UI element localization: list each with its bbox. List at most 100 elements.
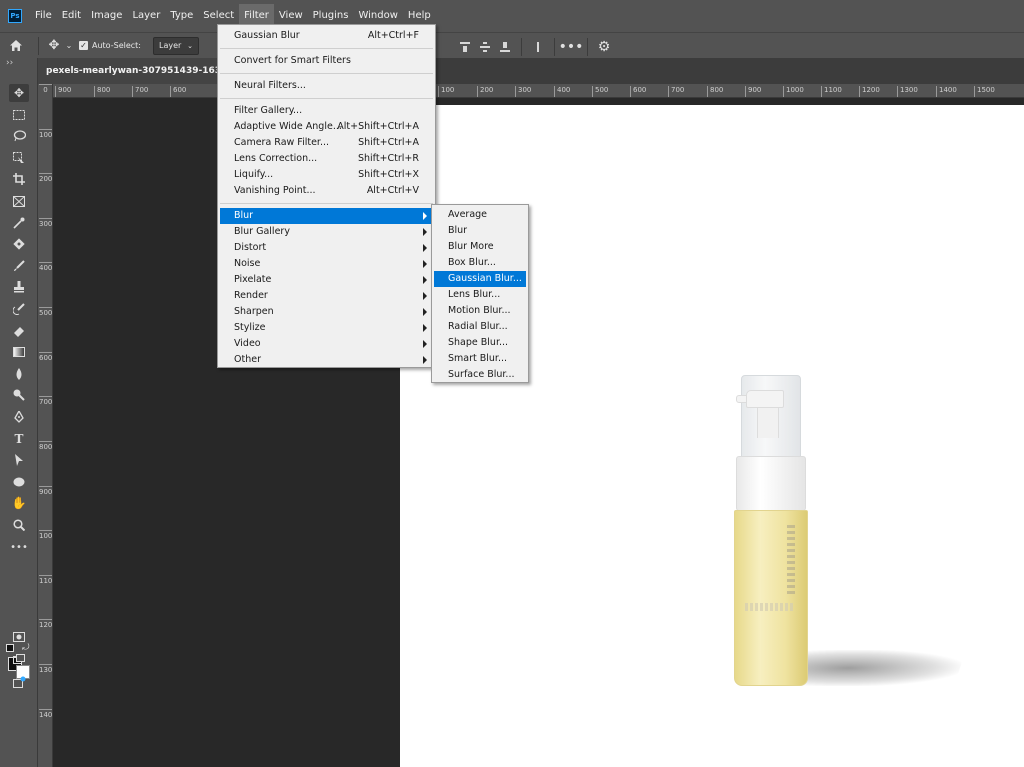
menu-item-label: Blur Gallery <box>234 226 290 237</box>
separator <box>554 38 555 56</box>
lasso-tool-icon[interactable] <box>9 127 29 145</box>
menu-item-vanishing-point[interactable]: Vanishing Point... Alt+Ctrl+V <box>220 183 433 199</box>
menu-item-pixelate[interactable]: Pixelate <box>220 272 433 288</box>
history-brush-tool-icon[interactable] <box>9 300 29 318</box>
object-selection-tool-icon[interactable] <box>9 149 29 167</box>
pen-tool-icon[interactable] <box>9 408 29 426</box>
gear-icon[interactable]: ⚙ <box>594 37 614 57</box>
menu-item-blur-gallery[interactable]: Blur Gallery <box>220 224 433 240</box>
menu-item-liquify[interactable]: Liquify... Shift+Ctrl+X <box>220 167 433 183</box>
menu-item-box-blur[interactable]: Box Blur... <box>434 255 526 271</box>
separator <box>38 36 39 55</box>
ellipse-tool-icon[interactable] <box>9 473 29 491</box>
shortcut-label: Alt+Shift+Ctrl+A <box>337 121 419 132</box>
bottle-label <box>745 603 795 611</box>
menu-item-adaptive-wide-angle[interactable]: Adaptive Wide Angle... Alt+Shift+Ctrl+A <box>220 119 433 135</box>
ruler-tick: 200 <box>39 173 53 183</box>
ruler-tick: 1100 <box>39 575 53 585</box>
menu-item-lens-correction[interactable]: Lens Correction... Shift+Ctrl+R <box>220 151 433 167</box>
generative-fill-icon[interactable] <box>9 673 29 691</box>
ruler-tick: 0 <box>39 84 52 94</box>
menu-item-sharpen[interactable]: Sharpen <box>220 304 433 320</box>
bottle-shadow <box>794 650 966 686</box>
ruler-tick: 900 <box>39 486 53 496</box>
menu-file[interactable]: File <box>30 4 57 28</box>
ruler-tick: 1000 <box>783 86 804 97</box>
menu-item-camera-raw-filter[interactable]: Camera Raw Filter... Shift+Ctrl+A <box>220 135 433 151</box>
menu-item-video[interactable]: Video <box>220 336 433 352</box>
menu-item-stylize[interactable]: Stylize <box>220 320 433 336</box>
marquee-tool-icon[interactable] <box>9 106 29 124</box>
eyedropper-tool-icon[interactable] <box>9 214 29 232</box>
ruler-tick: 800 <box>94 86 110 97</box>
menu-item-blur-more[interactable]: Blur More <box>434 239 526 255</box>
gradient-tool-icon[interactable] <box>9 343 29 361</box>
menu-item-shape-blur[interactable]: Shape Blur... <box>434 335 526 351</box>
menu-item-convert-smart-filters[interactable]: Convert for Smart Filters <box>220 53 433 69</box>
crop-tool-icon[interactable] <box>9 170 29 188</box>
serum-bottle-image <box>730 370 810 690</box>
ruler-tick: 600 <box>39 352 53 362</box>
ruler-tick: 700 <box>132 86 148 97</box>
move-tool-icon[interactable]: ✥ <box>9 84 29 102</box>
ruler-tick: 300 <box>515 86 531 97</box>
menu-item-gaussian-blur[interactable]: Gaussian Blur... <box>434 271 526 287</box>
menu-item-neural-filters[interactable]: Neural Filters... <box>220 78 433 94</box>
hand-tool-icon[interactable]: ✋ <box>9 494 29 512</box>
ruler-tick: 1400 <box>936 86 957 97</box>
photoshop-logo-icon[interactable]: Ps <box>8 9 22 23</box>
ruler-tick: 700 <box>668 86 684 97</box>
brush-tool-icon[interactable] <box>9 257 29 275</box>
quick-mask-icon[interactable] <box>9 628 29 646</box>
menu-edit[interactable]: Edit <box>57 4 86 28</box>
menu-item-render[interactable]: Render <box>220 288 433 304</box>
healing-brush-tool-icon[interactable] <box>9 235 29 253</box>
menu-item-surface-blur[interactable]: Surface Blur... <box>434 367 526 383</box>
menu-item-other[interactable]: Other <box>220 352 433 368</box>
menu-item-distort[interactable]: Distort <box>220 240 433 256</box>
menu-separator <box>220 98 433 99</box>
menu-item-motion-blur[interactable]: Motion Blur... <box>434 303 526 319</box>
menu-item-last-filter[interactable]: Gaussian Blur Alt+Ctrl+F <box>220 28 433 44</box>
document-tab[interactable]: pexels-mearlywan-307951439-1637844 <box>38 58 220 84</box>
clone-stamp-tool-icon[interactable] <box>9 278 29 296</box>
menu-item-noise[interactable]: Noise <box>220 256 433 272</box>
blur-tool-icon[interactable] <box>9 365 29 383</box>
align-bottom-icon[interactable] <box>500 41 510 53</box>
menu-item-blur[interactable]: Blur <box>220 208 433 224</box>
move-tool-icon[interactable]: ✥ <box>45 36 63 56</box>
menu-item-radial-blur[interactable]: Radial Blur... <box>434 319 526 335</box>
zoom-tool-icon[interactable] <box>9 516 29 534</box>
distribute-icon[interactable] <box>533 41 543 53</box>
frame-tool-icon[interactable] <box>9 192 29 210</box>
dodge-tool-icon[interactable] <box>9 386 29 404</box>
options-bar: ✥ ⌄ ✓ Auto-Select: Layer ⌄ ••• ⚙ <box>0 32 1024 58</box>
bottle-label <box>787 525 795 595</box>
auto-select-target-dropdown[interactable]: Layer ⌄ <box>152 36 199 55</box>
menu-layer[interactable]: Layer <box>127 4 165 28</box>
eraser-tool-icon[interactable] <box>9 322 29 340</box>
align-vertical-center-icon[interactable] <box>480 41 490 53</box>
edit-toolbar-icon[interactable]: ••• <box>9 538 29 556</box>
shortcut-label: Alt+Ctrl+F <box>367 30 419 41</box>
menu-item-blur[interactable]: Blur <box>434 223 526 239</box>
menu-item-filter-gallery[interactable]: Filter Gallery... <box>220 103 433 119</box>
menu-type[interactable]: Type <box>165 4 198 28</box>
horizontal-ruler: 900 800 700 600 100 200 300 400 500 600 … <box>53 84 1024 98</box>
path-selection-tool-icon[interactable] <box>9 451 29 469</box>
menu-item-lens-blur[interactable]: Lens Blur... <box>434 287 526 303</box>
chevron-down-icon[interactable]: ⌄ <box>63 36 75 56</box>
menu-item-label: Vanishing Point... <box>234 185 316 196</box>
menu-item-smart-blur[interactable]: Smart Blur... <box>434 351 526 367</box>
auto-select-checkbox[interactable]: ✓ Auto-Select: <box>79 41 141 50</box>
submenu-arrow-icon <box>423 356 427 364</box>
align-top-icon[interactable] <box>460 41 470 53</box>
menu-item-average[interactable]: Average <box>434 207 526 223</box>
menu-image[interactable]: Image <box>86 4 127 28</box>
home-icon[interactable] <box>0 36 32 56</box>
type-tool-icon[interactable]: T <box>9 430 29 448</box>
collapse-panel-icon[interactable]: ›› <box>6 58 13 68</box>
menu-item-label: Sharpen <box>234 306 274 317</box>
screen-mode-icon[interactable] <box>9 650 29 668</box>
more-options-icon[interactable]: ••• <box>559 37 584 57</box>
